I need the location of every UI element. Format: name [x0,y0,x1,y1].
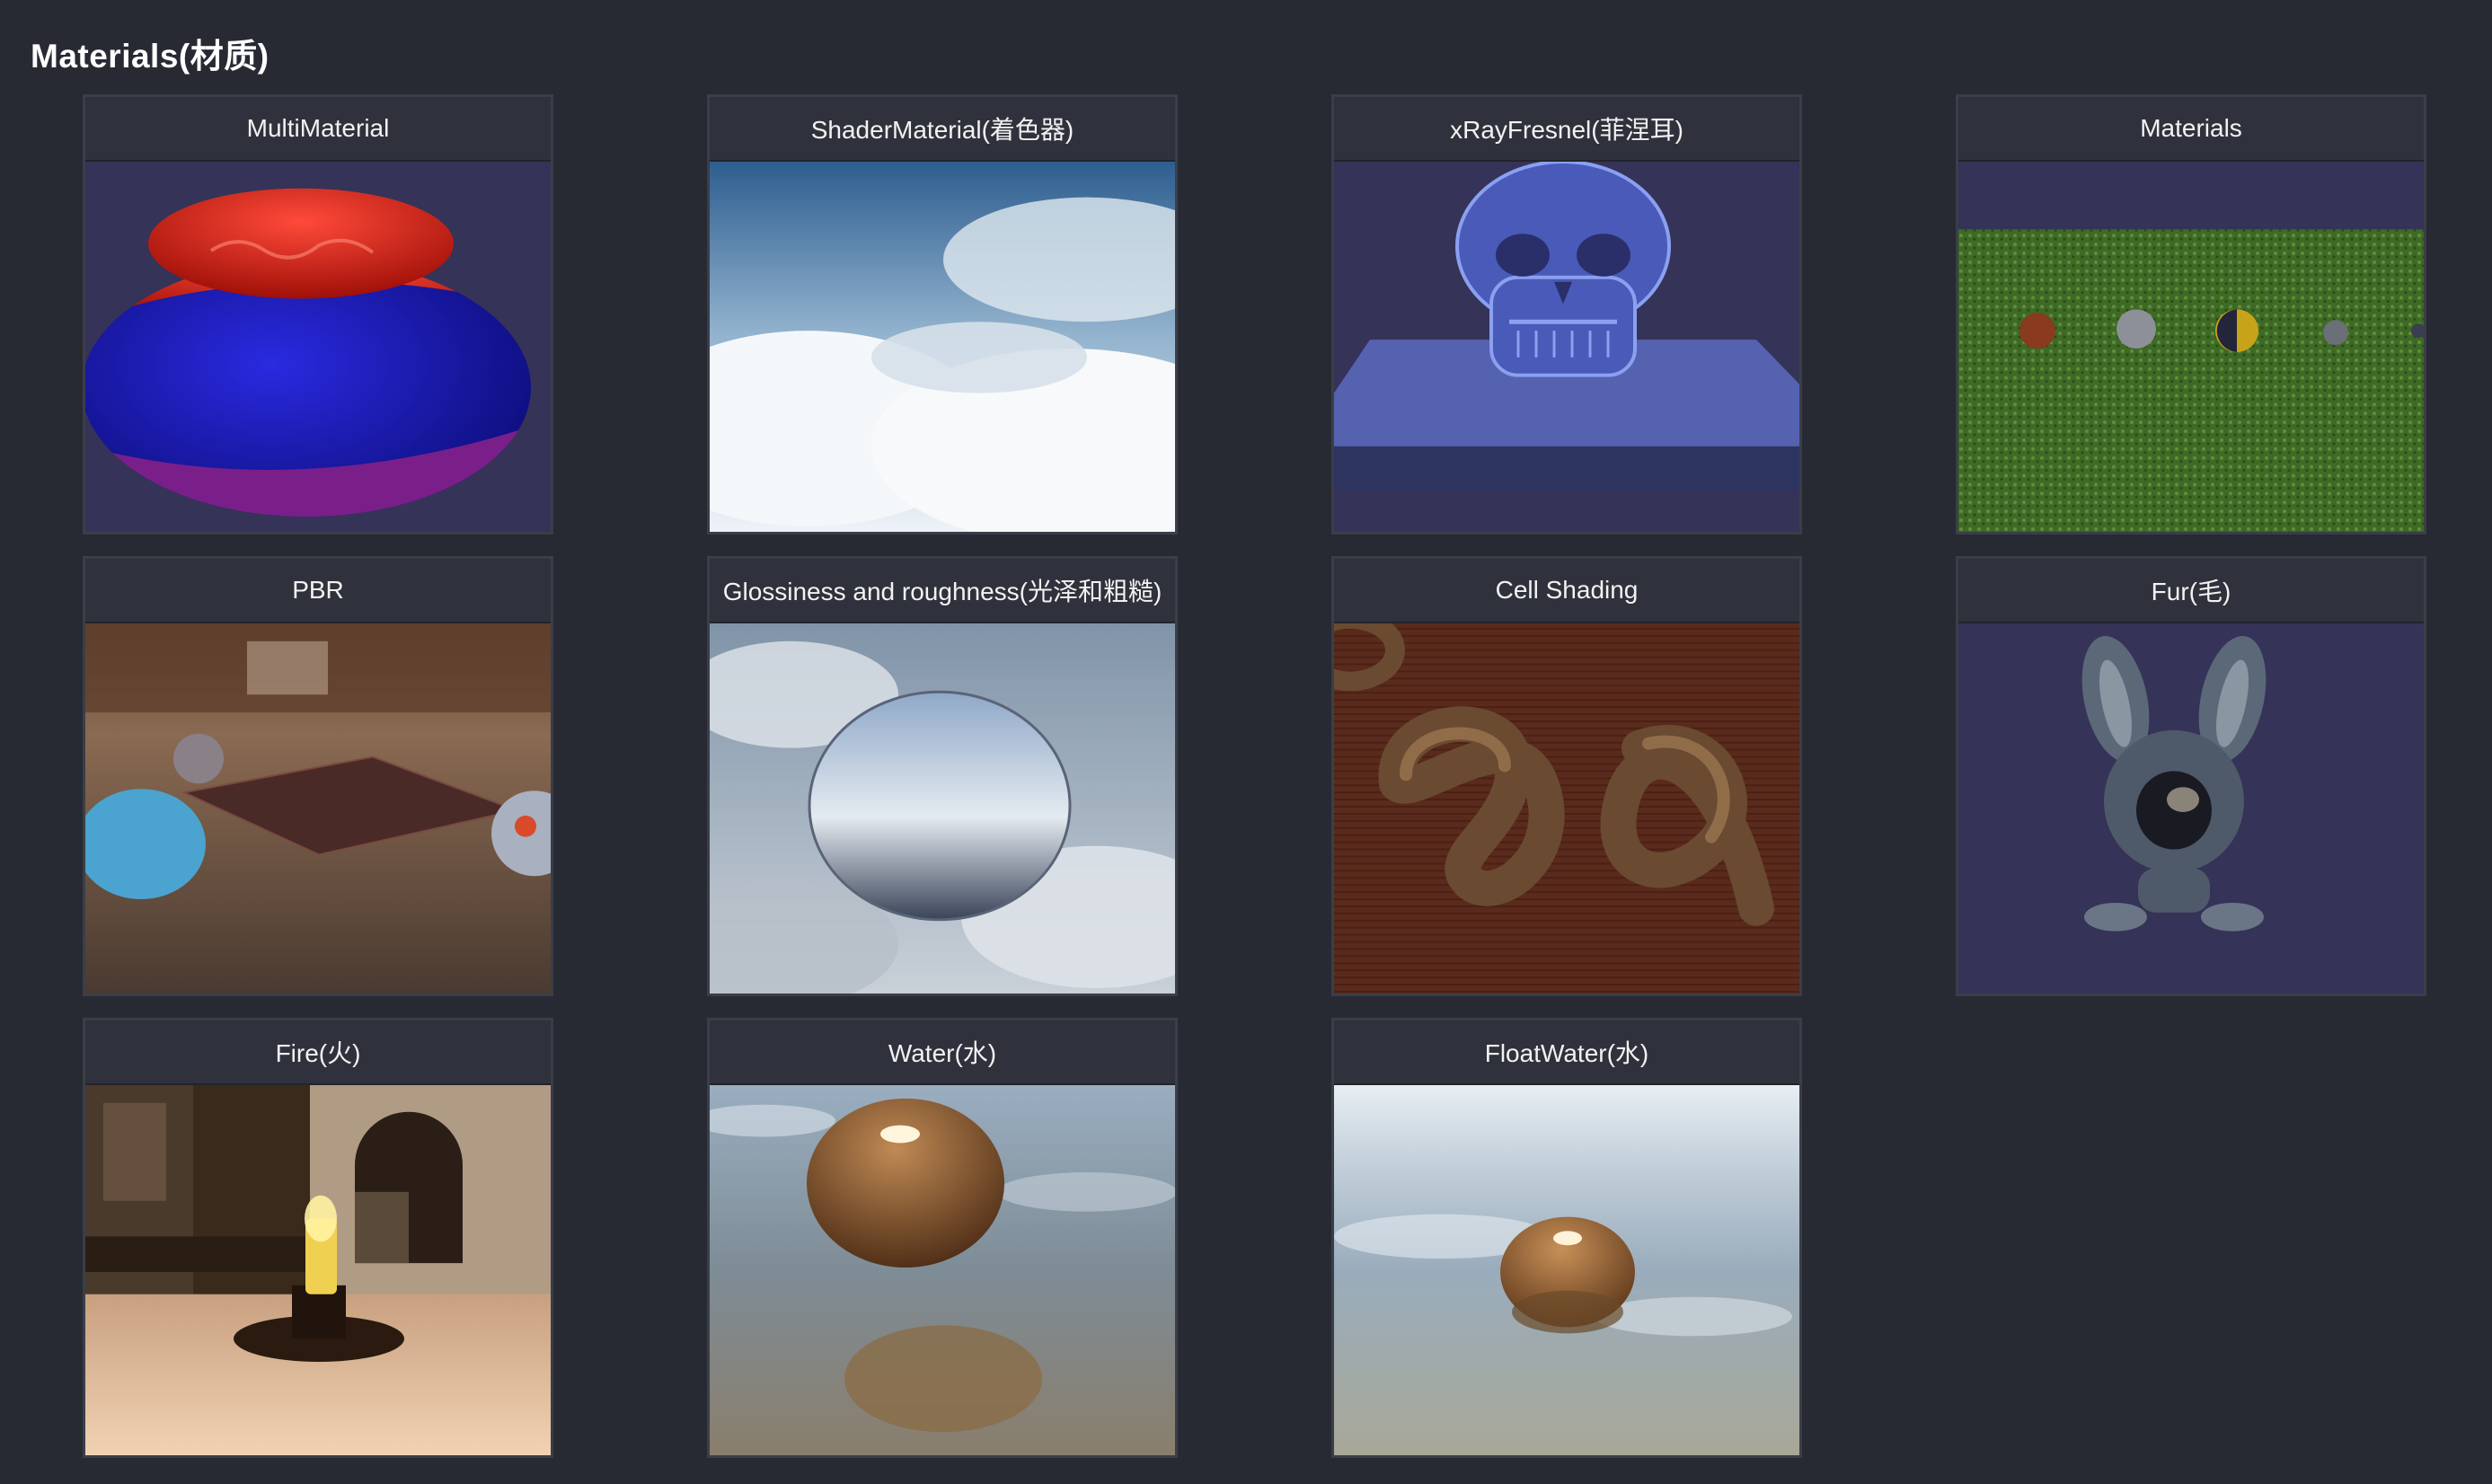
thumbnail-toon-knots[interactable] [1334,623,1799,994]
card-floatwater[interactable]: FloatWater(水) [1331,1018,1802,1458]
card-title: PBR [85,559,551,623]
card-title: FloatWater(水) [1334,1020,1799,1085]
card-title: Water(水) [710,1020,1175,1085]
card-fur[interactable]: Fur(毛) [1956,556,2426,996]
thumbnail-candle-fire[interactable] [85,1085,551,1455]
card-multimaterial[interactable]: MultiMaterial [83,94,553,534]
thumbnail-fur-rabbit[interactable] [1958,623,2424,994]
card-pbr[interactable]: PBR [83,556,553,996]
card-title: Cell Shading [1334,559,1799,623]
thumbnail-multimaterial-sphere[interactable] [85,162,551,532]
card-title: ShaderMaterial(着色器) [710,97,1175,162]
card-cell-shading[interactable]: Cell Shading [1331,556,1802,996]
materials-grid: MultiMaterial ShaderMaterial(着色器) xRayFr… [83,94,2426,1458]
thumbnail-float-water-sphere[interactable] [1334,1085,1799,1455]
card-title: Glossiness and roughness(光泽和粗糙) [710,559,1175,623]
card-water[interactable]: Water(水) [707,1018,1178,1458]
thumbnail-pbr-room[interactable] [85,623,551,994]
card-glossiness-roughness[interactable]: Glossiness and roughness(光泽和粗糙) [707,556,1178,996]
thumbnail-spheres-on-grass[interactable] [1958,162,2424,532]
card-xrayfresnel[interactable]: xRayFresnel(菲涅耳) [1331,94,1802,534]
card-title: Fire(火) [85,1020,551,1085]
card-title: Fur(毛) [1958,559,2424,623]
card-fire[interactable]: Fire(火) [83,1018,553,1458]
thumbnail-sky-clouds[interactable] [710,162,1175,532]
card-title: Materials [1958,97,2424,162]
card-title: MultiMaterial [85,97,551,162]
section-title: Materials(材质) [31,38,270,75]
card-materials[interactable]: Materials [1956,94,2426,534]
card-shadermaterial[interactable]: ShaderMaterial(着色器) [707,94,1178,534]
thumbnail-xray-skull[interactable] [1334,162,1799,532]
thumbnail-glossy-sphere-clouds[interactable] [710,623,1175,994]
thumbnail-water-sphere[interactable] [710,1085,1175,1455]
card-title: xRayFresnel(菲涅耳) [1334,97,1799,162]
